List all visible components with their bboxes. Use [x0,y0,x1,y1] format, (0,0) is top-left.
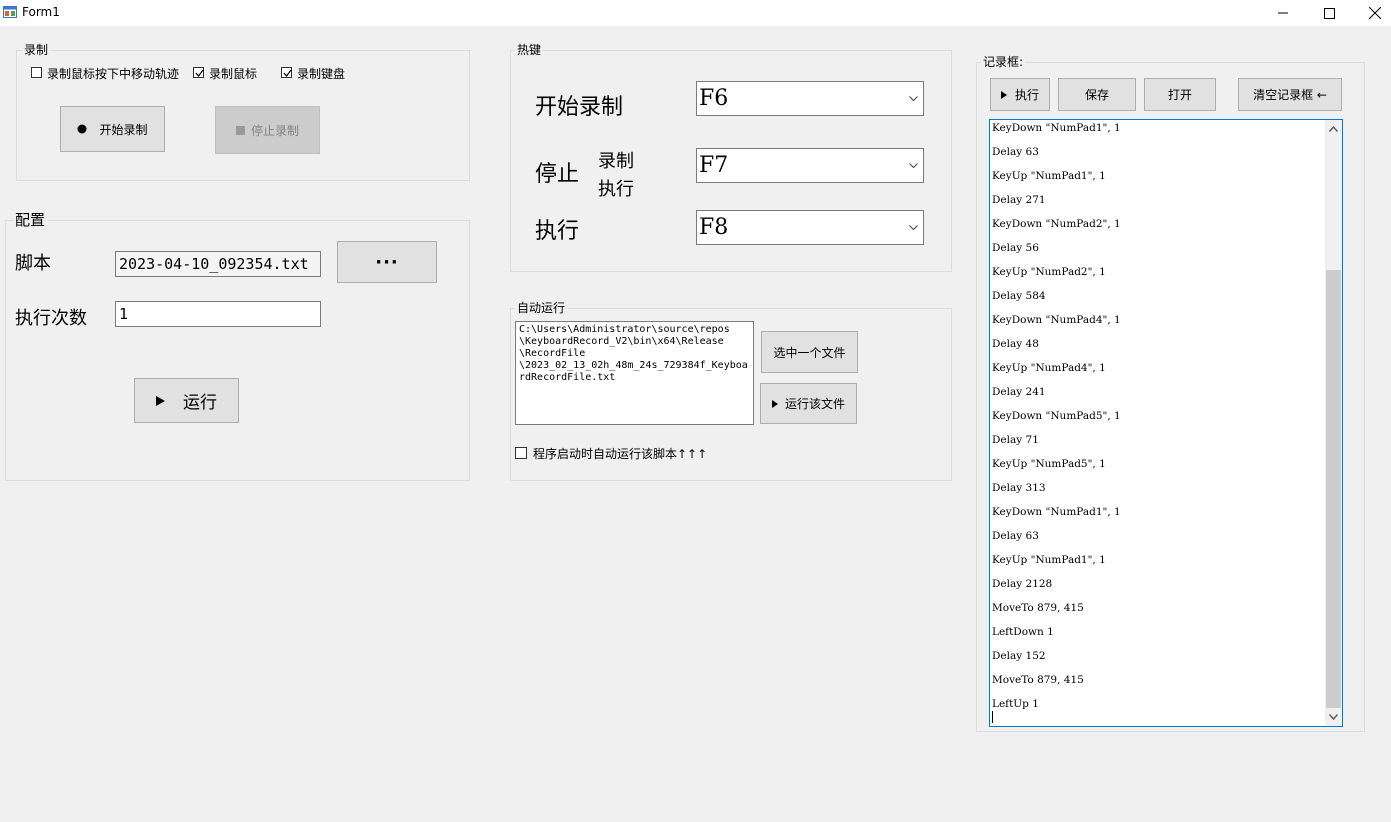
hotkey-stop-sub-record: 录制 [598,151,634,172]
log-exec-button[interactable]: 执行 [990,78,1050,111]
autorun-path-textarea[interactable]: C:\Users\Administrator\source\repos \Key… [515,321,754,425]
log-line: MoveTo 879, 415 [992,674,1084,686]
maximize-button[interactable] [1306,0,1352,26]
log-line: Delay 2128 [992,578,1053,590]
close-button[interactable] [1352,0,1391,26]
log-line: KeyDown "NumPad1", 1 [992,506,1121,518]
autorun-startup-label: 程序启动时自动运行该脚本↑↑↑ [533,447,708,461]
play-icon [771,399,778,408]
log-line: KeyDown "NumPad2", 1 [992,218,1121,230]
run-button[interactable]: 运行 [134,378,239,423]
run-label: 运行 [183,393,217,413]
log-exec-label: 执行 [1014,88,1039,102]
check-icon [195,69,204,77]
hotkey-stop-sub-exec: 执行 [598,179,634,200]
title-bar: Form1 [0,0,1391,26]
play-icon [1000,90,1007,99]
log-save-button[interactable]: 保存 [1058,78,1136,111]
scroll-down-icon [1329,714,1338,720]
log-scrollbar[interactable] [1325,120,1342,726]
hotkey-exec-label: 执行 [535,219,580,244]
chevron-down-icon [909,162,918,168]
log-line: Delay 271 [992,194,1046,206]
log-line: Delay 71 [992,434,1039,446]
log-line: Delay 63 [992,146,1039,158]
hotkey-exec-select[interactable]: F8 [696,210,924,245]
run-file-button[interactable]: 运行该文件 [760,383,857,424]
close-icon [1369,7,1381,19]
keyboard-label: 录制键盘 [297,67,346,81]
config-group-title: 配置 [13,209,48,230]
hotkey-stop-label: 停止 [535,162,580,187]
chevron-down-icon [909,95,918,101]
script-label: 脚本 [15,253,51,274]
chevron-down-icon [909,224,918,230]
mouse-label: 录制鼠标 [209,67,258,81]
log-group-title: 记录框: [981,53,1026,70]
run-count-field[interactable]: 1 [115,301,321,327]
log-line: KeyDown "NumPad5", 1 [992,410,1121,422]
hotkey-exec-value: F8 [699,215,729,240]
log-line: Delay 56 [992,242,1039,254]
mouse-track-label: 录制鼠标按下中移动轨迹 [47,67,180,81]
log-textbox[interactable]: KeyDown "NumPad1", 1 Delay 63 KeyUp "NumPa… [989,119,1343,727]
start-record-button[interactable]: 开始录制 [60,106,165,152]
log-line: MoveTo 879, 415 [992,602,1084,614]
log-line: KeyDown "NumPad1", 1 [992,122,1121,134]
log-line: KeyUp "NumPad2", 1 [992,266,1106,278]
hotkey-start-label: 开始录制 [535,95,624,120]
text-caret [992,711,993,723]
log-line: Delay 584 [992,290,1046,302]
record-group-title: 录制 [22,41,51,58]
minimize-button[interactable] [1260,0,1306,26]
hotkey-start-select[interactable]: F6 [696,81,924,116]
browse-button[interactable]: ··· [337,241,437,283]
log-line: KeyUp "NumPad4", 1 [992,362,1106,374]
log-line: KeyUp "NumPad1", 1 [992,170,1106,182]
log-open-button[interactable]: 打开 [1144,78,1216,111]
stop-record-label: 停止录制 [250,123,299,138]
log-line: Delay 241 [992,386,1046,398]
log-line: LeftDown 1 [992,626,1054,638]
run-file-label: 运行该文件 [784,397,845,411]
log-line: KeyUp "NumPad1", 1 [992,554,1106,566]
play-icon [156,395,165,406]
minimize-icon [1278,12,1288,14]
app-icon [3,5,17,19]
log-line: Delay 152 [992,650,1046,662]
stop-square-icon [235,125,245,135]
mouse-track-checkbox[interactable] [31,67,42,78]
log-line: LeftUp 1 [992,698,1039,710]
stop-record-button[interactable]: 停止录制 [215,106,320,154]
start-record-label: 开始录制 [99,122,148,137]
autorun-group-title: 自动运行 [515,299,568,316]
scroll-up-icon [1329,126,1338,132]
log-clear-button[interactable]: 清空记录框 ← [1238,78,1342,111]
log-line: KeyDown "NumPad4", 1 [992,314,1121,326]
script-path-field[interactable]: 2023-04-10_092354.txt [115,251,321,277]
select-file-button[interactable]: 选中一个文件 [761,331,858,373]
log-line: Delay 313 [992,482,1046,494]
keyboard-checkbox[interactable] [281,67,292,78]
hotkey-group-title: 热键 [515,41,544,58]
check-icon [283,69,292,77]
hotkey-start-value: F6 [699,86,729,111]
run-count-label: 执行次数 [15,308,87,329]
hotkey-stop-select[interactable]: F7 [696,148,924,183]
scroll-thumb[interactable] [1326,270,1341,708]
maximize-icon [1323,7,1335,19]
log-line: Delay 63 [992,530,1039,542]
mouse-checkbox[interactable] [193,67,204,78]
log-line: KeyUp "NumPad5", 1 [992,458,1106,470]
window-title: Form1 [22,5,60,19]
log-line: Delay 48 [992,338,1039,350]
hotkey-stop-value: F7 [699,153,729,178]
record-dot-icon [77,124,87,134]
autorun-startup-checkbox[interactable] [515,447,527,459]
